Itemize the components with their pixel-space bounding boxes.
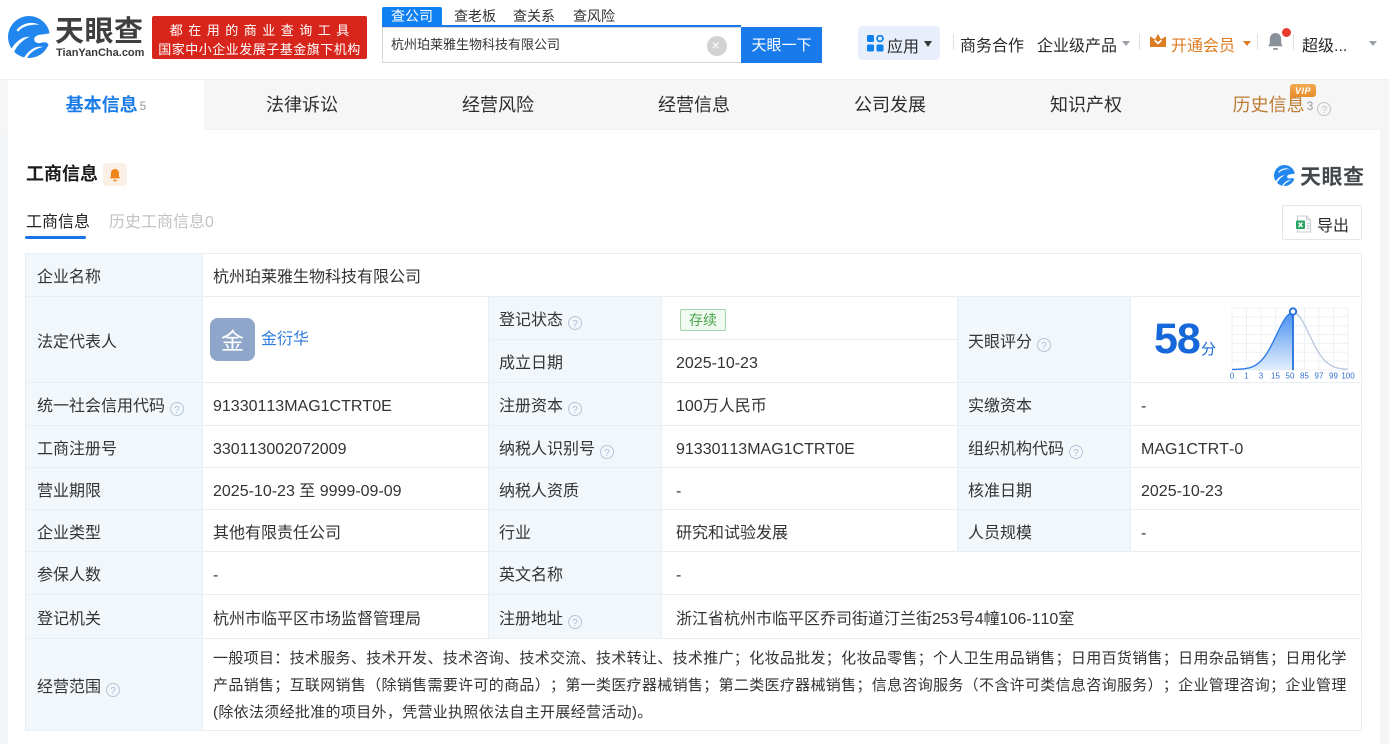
svg-text:85: 85	[1300, 372, 1309, 381]
svg-text:3: 3	[1259, 372, 1264, 381]
svg-text:97: 97	[1315, 372, 1324, 381]
svg-text:15: 15	[1271, 372, 1280, 381]
svg-text:50: 50	[1286, 372, 1295, 381]
svg-text:1: 1	[1244, 372, 1249, 381]
svg-text:100: 100	[1341, 372, 1355, 381]
svg-text:0: 0	[1230, 372, 1235, 381]
svg-text:99: 99	[1329, 372, 1338, 381]
